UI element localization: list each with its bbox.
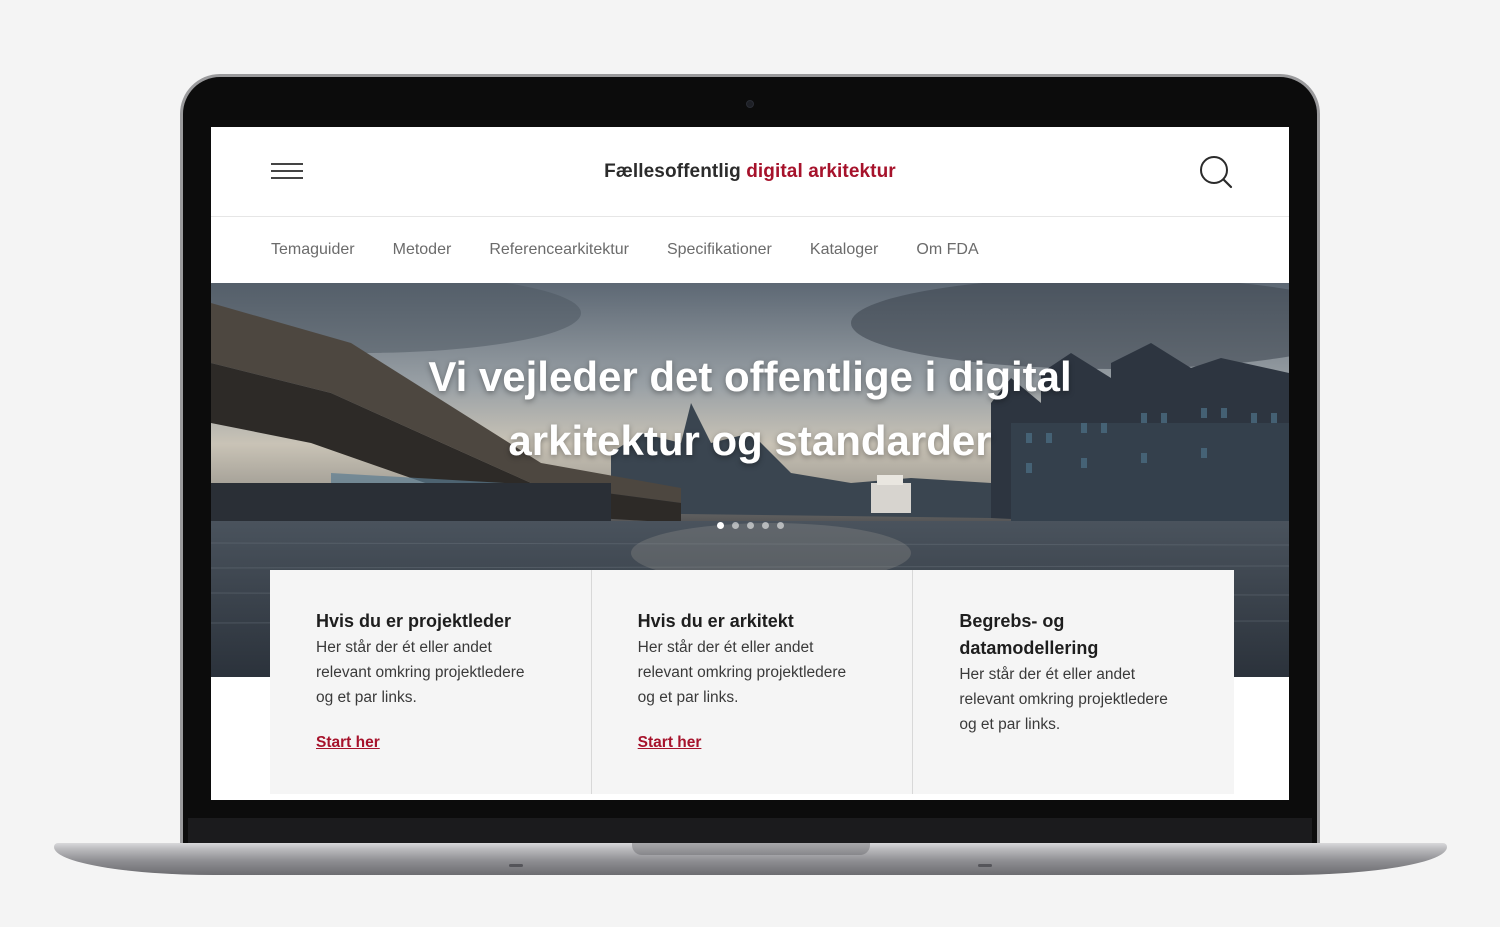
card-title: Begrebs- og datamodellering <box>959 611 1099 658</box>
carousel-dot-3[interactable] <box>746 522 754 529</box>
laptop-foot <box>509 864 523 867</box>
laptop-bezel <box>188 818 1312 846</box>
browser-screen: Fællesoffentlig digital arkitektur Temag… <box>211 127 1289 800</box>
logo-accent-text: digital arkitektur <box>746 160 896 182</box>
card-text: Her står der ét eller andet relevant omk… <box>316 639 525 706</box>
hero-title-line-1: Vi vejleder det offentlige i digital <box>428 353 1072 400</box>
card-text: Her står der ét eller andet relevant omk… <box>637 639 847 706</box>
carousel-dots <box>211 522 1289 529</box>
carousel-dot-2[interactable] <box>731 522 739 529</box>
nav-item-metoder[interactable]: Metoder <box>393 241 452 259</box>
hero-title-line-2: arkitektur og standarder <box>508 417 992 464</box>
carousel-dot-5[interactable] <box>776 522 784 529</box>
search-icon[interactable] <box>1199 155 1233 189</box>
role-cards: Hvis du er projektleder Her står der ét … <box>270 570 1234 794</box>
laptop-foot <box>978 864 992 867</box>
card-title: Hvis du er arkitekt <box>637 611 794 631</box>
site-header: Fællesoffentlig digital arkitektur <box>211 127 1289 217</box>
hamburger-menu-icon[interactable] <box>271 163 303 181</box>
carousel-dot-4[interactable] <box>761 522 769 529</box>
nav-item-om-fda[interactable]: Om FDA <box>916 241 978 259</box>
hero-title: Vi vejleder det offentlige i digital ark… <box>211 345 1289 473</box>
card-arkitekt: Hvis du er arkitekt Her står der ét elle… <box>592 570 914 794</box>
card-begrebs-datamodellering: Begrebs- og datamodellering Her står der… <box>913 570 1234 794</box>
nav-item-kataloger[interactable]: Kataloger <box>810 241 879 259</box>
start-her-link[interactable]: Start her <box>638 734 702 752</box>
main-nav: Temaguider Metoder Referencearkitektur S… <box>211 217 1289 283</box>
nav-item-referencearkitektur[interactable]: Referencearkitektur <box>489 241 629 259</box>
nav-item-specifikationer[interactable]: Specifikationer <box>667 241 772 259</box>
site-logo[interactable]: Fællesoffentlig digital arkitektur <box>604 161 896 183</box>
carousel-dot-1[interactable] <box>716 522 724 529</box>
card-text: Her står der ét eller andet relevant omk… <box>959 666 1168 733</box>
logo-text: Fællesoffentlig <box>604 160 741 182</box>
start-her-link[interactable]: Start her <box>316 734 380 752</box>
laptop-notch <box>632 843 870 855</box>
card-projektleder: Hvis du er projektleder Her står der ét … <box>270 570 592 794</box>
card-title: Hvis du er projektleder <box>316 611 512 631</box>
webcam <box>746 100 754 108</box>
nav-item-temaguider[interactable]: Temaguider <box>271 241 355 259</box>
